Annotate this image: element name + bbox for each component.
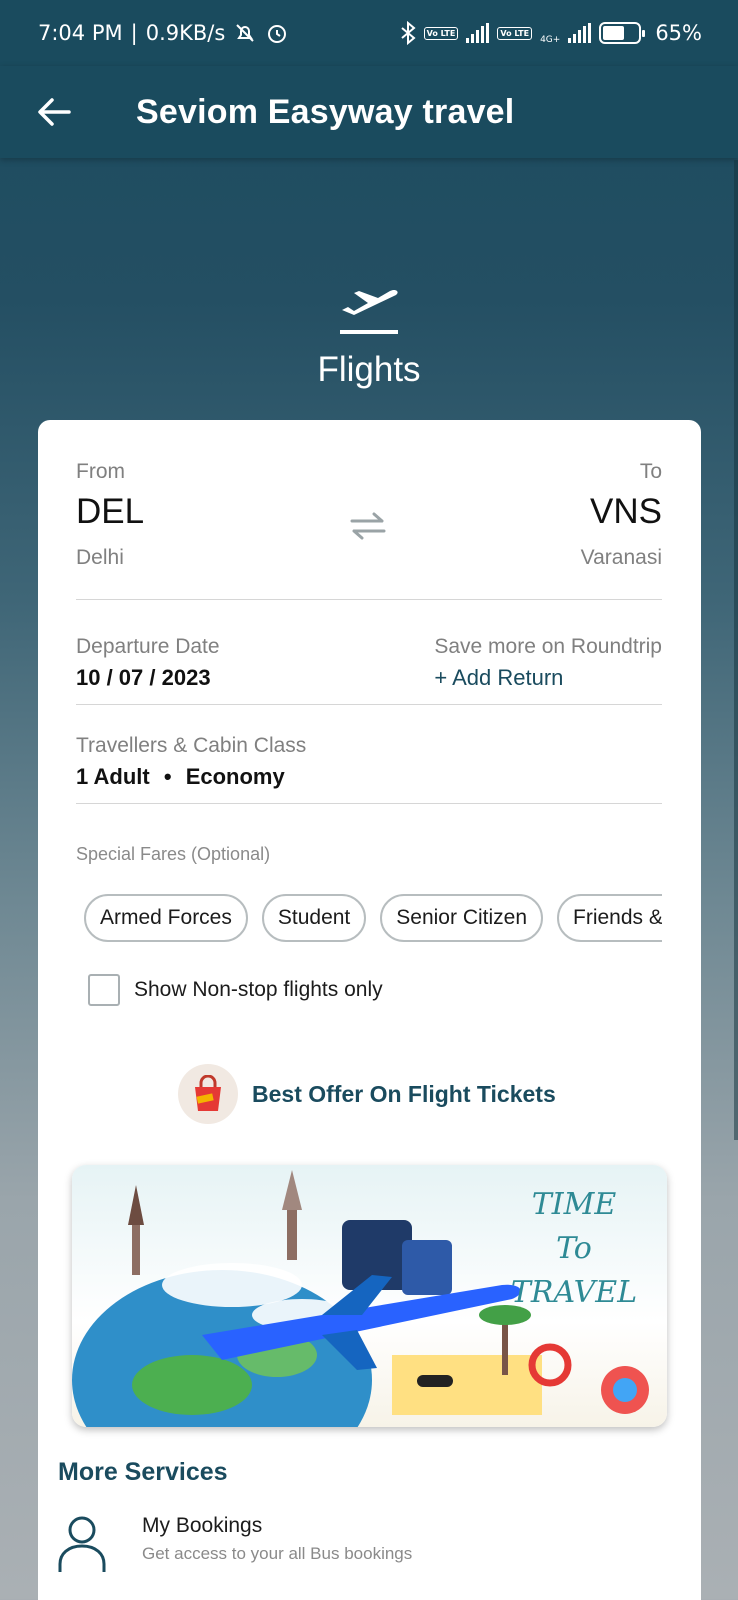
nonstop-option[interactable]: Show Non-stop flights only: [88, 974, 383, 1006]
banner-line-1: TIME: [531, 1187, 617, 1222]
signal-icon-1: [466, 23, 490, 43]
from-code: DEL: [76, 492, 145, 531]
shopping-bag-icon: [178, 1064, 238, 1124]
return-date-field[interactable]: Save more on Roundtrip + Add Return: [434, 635, 662, 691]
network-type: 4G+: [540, 35, 561, 45]
special-fares-chips: Armed Forces Student Senior Citizen Friends…: [76, 894, 662, 946]
nonstop-label: Show Non-stop flights only: [134, 978, 383, 1001]
to-label: To: [639, 460, 662, 483]
to-code: VNS: [590, 492, 662, 531]
status-speed: 0.9KB/s: [145, 21, 226, 45]
signal-icon-2: [568, 23, 592, 43]
battery-icon: [599, 22, 646, 44]
back-arrow-icon: [38, 98, 71, 126]
mute-icon: [233, 21, 257, 45]
special-fares-label: Special Fares (Optional): [76, 844, 271, 864]
nonstop-checkbox[interactable]: [88, 974, 120, 1006]
return-label: Save more on Roundtrip: [434, 635, 662, 658]
status-right: Vo LTE Vo LTE 4G+ 65%: [400, 21, 702, 45]
chip-friends-family[interactable]: Friends & Family: [557, 894, 662, 942]
departure-label: Departure Date: [76, 635, 220, 658]
promo-banner[interactable]: TIME To TRAVEL: [72, 1165, 667, 1427]
from-label: From: [76, 460, 125, 483]
alarm-icon: [265, 21, 289, 45]
service-subtitle: Get access to your all Bus bookings: [142, 1544, 413, 1563]
status-time: 7:04 PM: [38, 21, 123, 45]
add-return-button[interactable]: + Add Return: [434, 665, 662, 691]
chip-student[interactable]: Student: [261, 894, 367, 942]
service-my-bookings[interactable]: My Bookings Get access to your all Bus b…: [56, 1514, 412, 1574]
to-city: Varanasi: [580, 546, 662, 569]
date-row: Departure Date 10 / 07 / 2023 Save more …: [76, 635, 662, 705]
status-divider: |: [130, 21, 138, 45]
swap-icon: [350, 512, 386, 540]
travellers-field[interactable]: Travellers & Cabin Class 1 Adult • Econo…: [76, 734, 662, 804]
app-bar: Seviom Easyway travel: [0, 66, 738, 158]
from-field[interactable]: From DEL Delhi: [76, 460, 144, 570]
flight-search-card: From DEL Delhi To VNS Varanasi Departure…: [38, 420, 701, 1600]
user-icon: [58, 1516, 106, 1572]
banner-line-3: TRAVEL: [510, 1275, 638, 1310]
bluetooth-icon: [400, 21, 416, 45]
swap-button[interactable]: [344, 502, 392, 550]
back-button[interactable]: [26, 84, 82, 140]
separator-dot: •: [163, 764, 172, 789]
chip-armed-forces[interactable]: Armed Forces: [84, 894, 248, 942]
service-title: My Bookings: [142, 1514, 263, 1537]
battery-level: 65%: [655, 21, 702, 45]
chip-senior-citizen[interactable]: Senior Citizen: [380, 894, 544, 942]
to-field[interactable]: To VNS Varanasi: [581, 460, 662, 570]
best-offer-link[interactable]: Best Offer On Flight Tickets: [178, 1064, 556, 1124]
from-city: Delhi: [76, 546, 124, 569]
best-offer-label: Best Offer On Flight Tickets: [252, 1080, 556, 1107]
status-bar: 7:04 PM | 0.9KB/s Vo LTE Vo LTE 4G+ 65%: [0, 0, 738, 66]
cabin-class: Economy: [185, 764, 285, 789]
volte-badge-2: Vo LTE: [497, 26, 533, 40]
banner-text: TIME To TRAVEL: [499, 1183, 649, 1315]
adults-count: 1 Adult: [76, 764, 150, 789]
volte-badge-1: Vo LTE: [423, 26, 459, 40]
route-row: From DEL Delhi To VNS Varanasi: [76, 460, 662, 600]
departure-date-field[interactable]: Departure Date 10 / 07 / 2023: [76, 635, 220, 691]
status-left: 7:04 PM | 0.9KB/s: [38, 21, 289, 45]
hero-title: Flights: [317, 350, 421, 389]
app-title: Seviom Easyway travel: [136, 92, 515, 131]
banner-line-2: To: [556, 1231, 592, 1266]
hero: Flights: [0, 280, 738, 390]
travellers-label: Travellers & Cabin Class: [76, 734, 307, 757]
scrollbar[interactable]: [734, 160, 738, 1140]
more-services-title: More Services: [58, 1458, 228, 1486]
plane-takeoff-icon: [0, 280, 738, 340]
service-text: My Bookings Get access to your all Bus b…: [142, 1514, 412, 1564]
travellers-value: 1 Adult • Economy: [76, 764, 662, 790]
departure-value: 10 / 07 / 2023: [76, 665, 211, 690]
